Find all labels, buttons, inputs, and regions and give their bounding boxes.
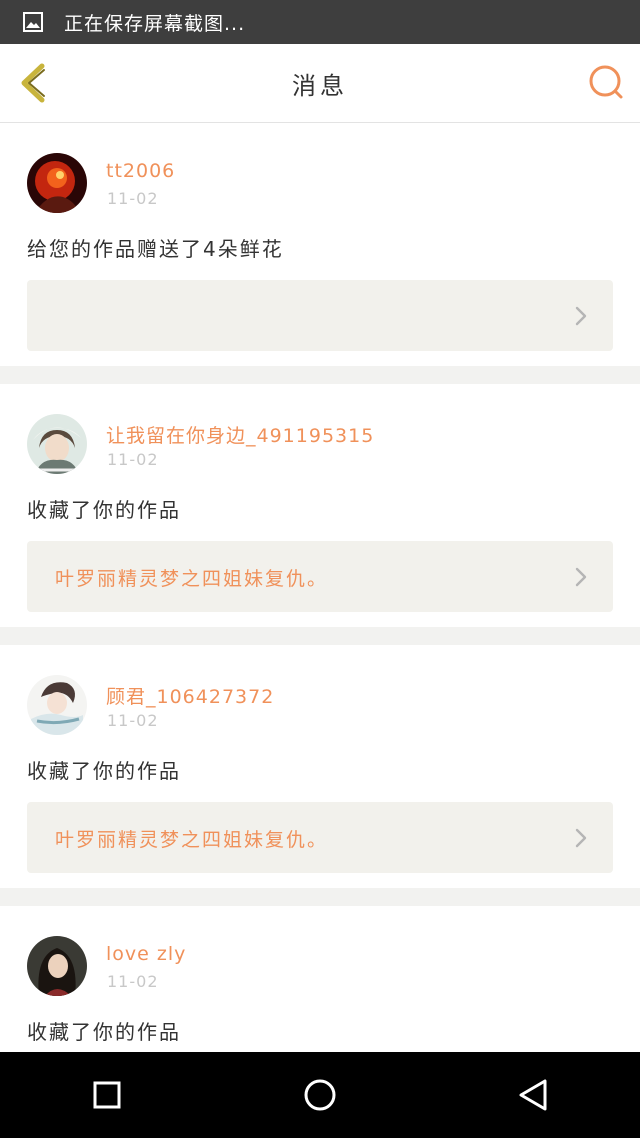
avatar[interactable] [27, 936, 87, 996]
circle-icon [304, 1079, 336, 1111]
message-date: 11-02 [107, 189, 159, 208]
message-date: 11-02 [107, 711, 159, 730]
message-action: 收藏了你的作品 [27, 498, 181, 522]
username[interactable]: 让我留在你身边_491195315 [106, 421, 374, 448]
work-title: 叶罗丽精灵梦之四姐妹复仇。 [55, 829, 329, 851]
message-card: love zly 11-02 收藏了你的作品 [0, 906, 640, 1052]
message-card: tt2006 11-02 给您的作品赠送了4朵鲜花 [0, 123, 640, 366]
message-card: 让我留在你身边_491195315 11-02 收藏了你的作品 叶罗丽精灵梦之四… [0, 384, 640, 627]
message-list[interactable]: tt2006 11-02 给您的作品赠送了4朵鲜花 让我留在你身边_491195… [0, 123, 640, 1052]
username[interactable]: 顾君_106427372 [106, 682, 274, 709]
square-icon [93, 1081, 121, 1109]
status-bar: 正在保存屏幕截图... [0, 0, 640, 44]
message-action: 给您的作品赠送了4朵鲜花 [27, 237, 284, 261]
chevron-right-icon [575, 567, 587, 587]
recents-button[interactable] [67, 1065, 147, 1125]
avatar[interactable] [27, 153, 87, 213]
message-date: 11-02 [107, 972, 159, 991]
app-header: 消息 [0, 44, 640, 123]
system-back-button[interactable] [493, 1065, 573, 1125]
status-text: 正在保存屏幕截图... [64, 12, 246, 35]
system-nav-bar [0, 1052, 640, 1138]
work-link[interactable]: 叶罗丽精灵梦之四姐妹复仇。 [27, 802, 613, 873]
page-title: 消息 [292, 72, 348, 100]
image-icon [23, 12, 43, 32]
avatar[interactable] [27, 414, 87, 474]
home-button[interactable] [280, 1065, 360, 1125]
work-title: 叶罗丽精灵梦之四姐妹复仇。 [55, 568, 329, 590]
message-action: 收藏了你的作品 [27, 1020, 181, 1044]
work-link[interactable] [27, 280, 613, 351]
message-card: 顾君_106427372 11-02 收藏了你的作品 叶罗丽精灵梦之四姐妹复仇。 [0, 645, 640, 888]
work-link[interactable]: 叶罗丽精灵梦之四姐妹复仇。 [27, 541, 613, 612]
avatar[interactable] [27, 675, 87, 735]
username[interactable]: tt2006 [106, 160, 175, 182]
message-action: 收藏了你的作品 [27, 759, 181, 783]
chevron-right-icon [575, 828, 587, 848]
message-date: 11-02 [107, 450, 159, 469]
triangle-back-icon [519, 1079, 547, 1111]
chevron-right-icon [575, 306, 587, 326]
search-icon[interactable] [586, 62, 626, 102]
username[interactable]: love zly [106, 943, 186, 965]
